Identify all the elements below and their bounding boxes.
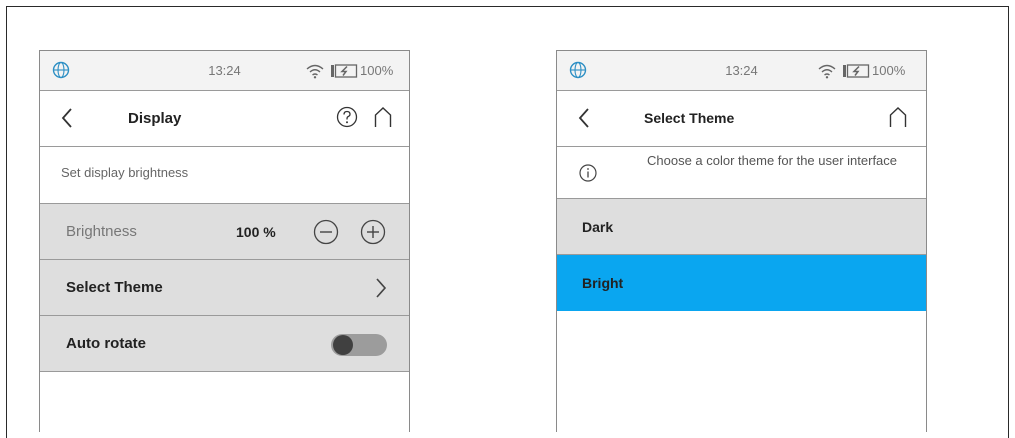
info-icon (579, 164, 597, 182)
battery-charging-icon (331, 64, 358, 78)
toggle-knob (333, 335, 353, 355)
home-icon[interactable] (888, 106, 908, 128)
theme-option-dark[interactable]: Dark (557, 199, 926, 255)
screen-header: Select Theme (557, 91, 926, 147)
brightness-value: 100 % (236, 224, 276, 240)
theme-label: Dark (582, 219, 614, 235)
wifi-icon (818, 64, 836, 79)
help-icon[interactable] (336, 106, 358, 128)
info-banner: Choose a color theme for the user interf… (557, 147, 926, 199)
wifi-icon (306, 64, 324, 79)
battery-percent: 100% (360, 63, 394, 78)
minus-icon[interactable] (313, 219, 339, 245)
auto-rotate-toggle[interactable] (331, 334, 387, 356)
status-time: 13:24 (725, 63, 758, 78)
brightness-label: Brightness (66, 223, 137, 240)
status-bar: 13:24 100% (40, 51, 409, 91)
theme-option-bright[interactable]: Bright (557, 255, 926, 311)
home-icon[interactable] (373, 106, 393, 128)
back-icon[interactable] (577, 106, 591, 130)
select-theme-row[interactable]: Select Theme (40, 260, 409, 316)
status-bar: 13:24 100% (557, 51, 926, 91)
page-title: Display (128, 110, 182, 127)
description-text: Set display brightness (61, 165, 189, 180)
auto-rotate-row: Auto rotate (40, 316, 409, 372)
plus-icon[interactable] (360, 219, 386, 245)
screen-header: Display (40, 91, 409, 147)
page-title: Select Theme (644, 110, 735, 126)
auto-rotate-label: Auto rotate (66, 335, 146, 352)
chevron-right-icon[interactable] (374, 277, 388, 299)
back-icon[interactable] (60, 106, 74, 130)
battery-charging-icon (843, 64, 870, 78)
battery-percent: 100% (872, 63, 906, 78)
display-screen: 13:24 100% Display Set display brightnes… (39, 50, 410, 432)
theme-label: Bright (582, 275, 624, 291)
select-theme-label: Select Theme (66, 279, 163, 296)
brightness-row: Brightness 100 % (40, 203, 409, 260)
info-text: Choose a color theme for the user interf… (647, 153, 898, 168)
select-theme-screen: 13:24 100% Select Theme Choose a color t (556, 50, 927, 432)
